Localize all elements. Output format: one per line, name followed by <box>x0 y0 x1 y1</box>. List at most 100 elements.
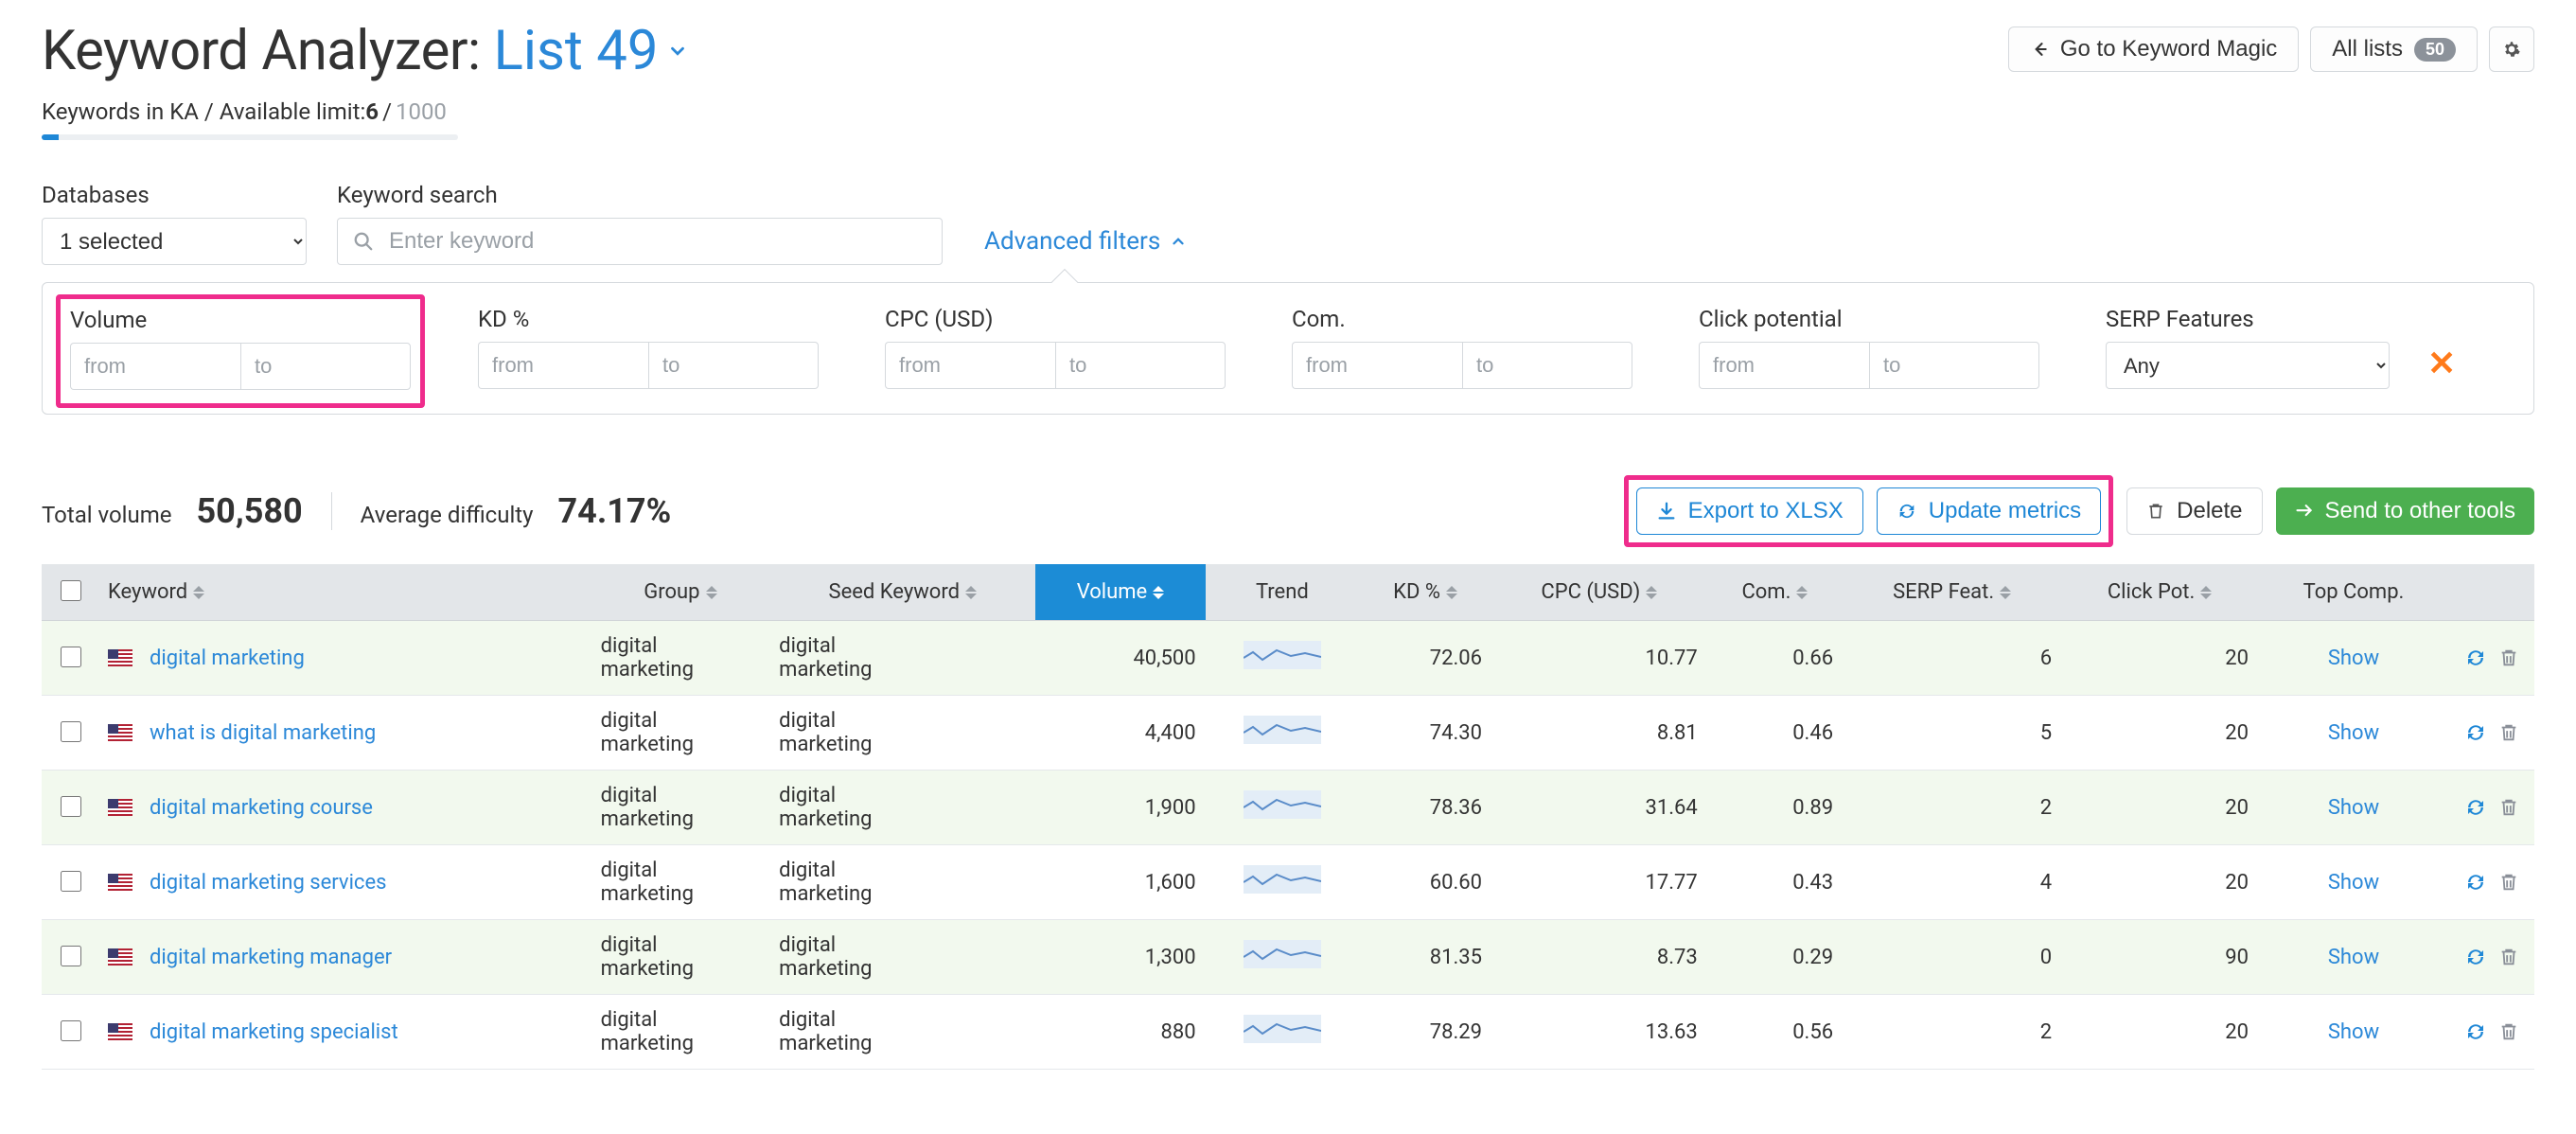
row-checkbox[interactable] <box>61 721 81 742</box>
row-checkbox[interactable] <box>61 946 81 966</box>
col-seed[interactable]: Seed Keyword <box>769 564 1035 621</box>
row-checkbox[interactable] <box>61 1020 81 1041</box>
delete-row-icon[interactable] <box>2498 647 2519 668</box>
show-competitors-link[interactable]: Show <box>2328 796 2379 820</box>
go-back-label: Go to Keyword Magic <box>2060 36 2277 62</box>
advanced-filters-toggle[interactable]: Advanced filters <box>984 227 1187 256</box>
cell-group: digitalmarketing <box>591 696 770 771</box>
show-competitors-link[interactable]: Show <box>2328 1020 2379 1044</box>
col-serp[interactable]: SERP Feat. <box>1843 564 2061 621</box>
select-all-checkbox[interactable] <box>61 580 81 601</box>
table-row: digital marketing services digitalmarket… <box>42 845 2534 920</box>
cpc-from-input[interactable] <box>885 342 1055 389</box>
keyword-link[interactable]: digital marketing course <box>150 796 373 820</box>
show-competitors-link[interactable]: Show <box>2328 871 2379 895</box>
cell-kd: 72.06 <box>1359 621 1491 696</box>
refresh-row-icon[interactable] <box>2464 796 2487 819</box>
all-lists-button[interactable]: All lists 50 <box>2310 27 2478 72</box>
col-group[interactable]: Group <box>591 564 770 621</box>
col-kd[interactable]: KD % <box>1359 564 1491 621</box>
settings-button[interactable] <box>2489 27 2534 72</box>
show-competitors-link[interactable]: Show <box>2328 721 2379 745</box>
share-icon <box>2295 502 2314 521</box>
keyword-search-input[interactable] <box>387 227 926 256</box>
update-metrics-button[interactable]: Update metrics <box>1877 487 2101 535</box>
com-to-input[interactable] <box>1462 342 1632 389</box>
row-checkbox[interactable] <box>61 871 81 892</box>
cell-trend <box>1206 995 1360 1070</box>
all-lists-label: All lists <box>2332 36 2403 62</box>
cell-trend <box>1206 845 1360 920</box>
cell-serp: 4 <box>1843 845 2061 920</box>
cpc-to-input[interactable] <box>1055 342 1226 389</box>
delete-label: Delete <box>2177 498 2242 524</box>
keyword-link[interactable]: digital marketing <box>150 647 305 670</box>
keyword-link[interactable]: digital marketing manager <box>150 946 392 969</box>
delete-row-icon[interactable] <box>2498 797 2519 818</box>
delete-button[interactable]: Delete <box>2126 487 2262 535</box>
us-flag-icon <box>108 874 132 891</box>
col-keyword[interactable]: Keyword <box>98 564 591 621</box>
delete-row-icon[interactable] <box>2498 1021 2519 1042</box>
show-competitors-link[interactable]: Show <box>2328 946 2379 969</box>
keyword-search-wrap[interactable] <box>337 218 943 265</box>
filter-com-label: Com. <box>1292 306 1632 332</box>
cell-serp: 0 <box>1843 920 2061 995</box>
cell-volume: 1,900 <box>1035 771 1205 845</box>
go-back-button[interactable]: Go to Keyword Magic <box>2008 27 2299 72</box>
delete-row-icon[interactable] <box>2498 872 2519 893</box>
delete-row-icon[interactable] <box>2498 947 2519 967</box>
col-cpc[interactable]: CPC (USD) <box>1491 564 1707 621</box>
row-checkbox[interactable] <box>61 796 81 817</box>
cell-cpc: 31.64 <box>1491 771 1707 845</box>
show-competitors-link[interactable]: Show <box>2328 647 2379 670</box>
cell-volume: 880 <box>1035 995 1205 1070</box>
export-button[interactable]: Export to XLSX <box>1636 487 1863 535</box>
refresh-row-icon[interactable] <box>2464 946 2487 968</box>
refresh-row-icon[interactable] <box>2464 721 2487 744</box>
keywords-table: Keyword Group Seed Keyword Volume Trend … <box>42 564 2534 1070</box>
cell-cpc: 10.77 <box>1491 621 1707 696</box>
row-checkbox[interactable] <box>61 647 81 667</box>
cell-clickp: 20 <box>2061 995 2258 1070</box>
volume-to-input[interactable] <box>240 343 411 390</box>
filter-volume: Volume <box>56 294 425 408</box>
list-selector[interactable]: List 49 <box>494 19 689 83</box>
kd-from-input[interactable] <box>478 342 648 389</box>
filter-click-potential: Click potential <box>1699 306 2039 389</box>
clear-filters-button[interactable]: ✕ <box>2427 344 2456 383</box>
refresh-row-icon[interactable] <box>2464 871 2487 894</box>
cell-serp: 6 <box>1843 621 2061 696</box>
cell-volume: 4,400 <box>1035 696 1205 771</box>
send-button[interactable]: Send to other tools <box>2276 487 2534 535</box>
cell-group: digitalmarketing <box>591 920 770 995</box>
keyword-link[interactable]: digital marketing services <box>150 871 386 895</box>
col-com[interactable]: Com. <box>1707 564 1843 621</box>
page-title: Keyword Analyzer: <box>42 19 481 83</box>
filter-cpc: CPC (USD) <box>885 306 1226 389</box>
clickp-to-input[interactable] <box>1869 342 2039 389</box>
clickp-from-input[interactable] <box>1699 342 1869 389</box>
col-volume[interactable]: Volume <box>1035 564 1205 621</box>
refresh-row-icon[interactable] <box>2464 647 2487 669</box>
databases-select[interactable]: 1 selected <box>42 218 307 265</box>
serp-features-select[interactable]: Any <box>2106 342 2390 389</box>
cell-kd: 78.29 <box>1359 995 1491 1070</box>
table-row: digital marketing course digitalmarketin… <box>42 771 2534 845</box>
delete-row-icon[interactable] <box>2498 722 2519 743</box>
refresh-icon <box>1897 501 1917 522</box>
filter-cpc-label: CPC (USD) <box>885 306 1226 332</box>
volume-from-input[interactable] <box>70 343 240 390</box>
col-clickp[interactable]: Click Pot. <box>2061 564 2258 621</box>
trash-icon <box>2146 502 2165 521</box>
keyword-link[interactable]: digital marketing specialist <box>150 1020 398 1044</box>
kd-to-input[interactable] <box>648 342 819 389</box>
total-volume-value: 50,580 <box>197 491 303 531</box>
cell-seed: digitalmarketing <box>769 771 1035 845</box>
cell-kd: 60.60 <box>1359 845 1491 920</box>
cell-clickp: 20 <box>2061 621 2258 696</box>
keyword-link[interactable]: what is digital marketing <box>150 721 376 745</box>
cell-com: 0.89 <box>1707 771 1843 845</box>
com-from-input[interactable] <box>1292 342 1462 389</box>
refresh-row-icon[interactable] <box>2464 1020 2487 1043</box>
